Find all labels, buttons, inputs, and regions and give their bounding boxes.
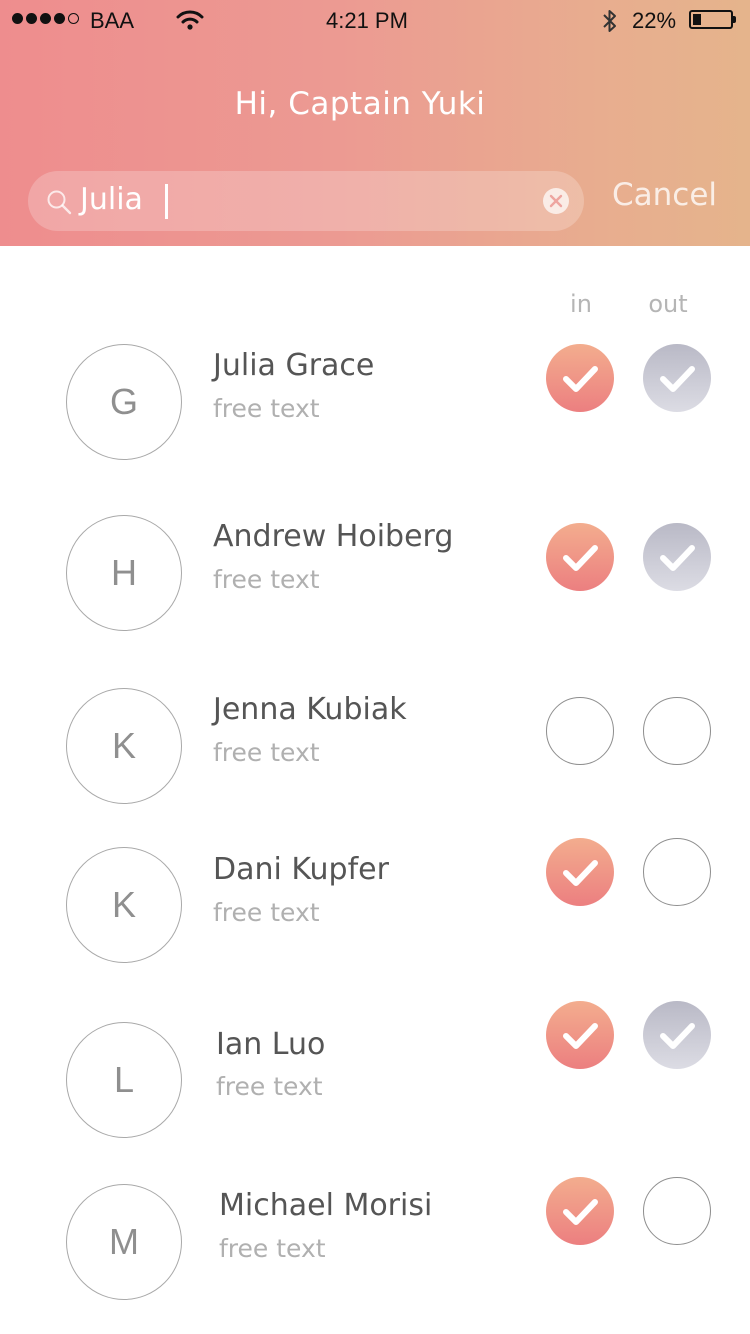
avatar: M [66,1184,182,1300]
person-name: Julia Grace [213,348,375,383]
check-out-checked-icon[interactable] [643,1001,711,1069]
bluetooth-icon [603,10,616,32]
column-header-in: in [570,290,592,318]
carrier-name: BAA [90,8,135,33]
check-in-checked-icon[interactable] [546,1177,614,1245]
person-name: Michael Morisi [219,1188,433,1223]
avatar: G [66,344,182,460]
person-name: Andrew Hoiberg [213,519,454,554]
clock: 4:21 PM [326,8,408,33]
search-input[interactable]: Julia [28,171,584,231]
battery-icon [689,10,733,29]
avatar: K [66,847,182,963]
signal-strength-icon [12,13,79,24]
text-cursor [165,184,168,219]
greeting-title: Hi, Captain Yuki [234,86,486,122]
check-out-unchecked-icon[interactable] [643,838,711,906]
person-note: free text [219,1234,326,1263]
battery-percentage: 22% [632,8,677,33]
clear-icon[interactable] [542,187,570,215]
check-out-checked-icon[interactable] [643,344,711,412]
check-in-checked-icon[interactable] [546,523,614,591]
wifi-icon [176,10,204,30]
column-header-out: out [648,290,688,318]
person-note: free text [213,394,320,423]
avatar: K [66,688,182,804]
person-name: Jenna Kubiak [213,692,407,727]
avatar: H [66,515,182,631]
battery-level [693,14,701,25]
person-note: free text [213,738,320,767]
person-note: free text [213,898,320,927]
search-icon [47,190,72,215]
person-note: free text [213,565,320,594]
avatar: L [66,1022,182,1138]
check-in-checked-icon[interactable] [546,344,614,412]
cancel-button[interactable]: Cancel [612,177,717,213]
check-in-checked-icon[interactable] [546,838,614,906]
person-name: Dani Kupfer [213,852,389,887]
search-query[interactable]: Julia [80,182,143,217]
person-name: Ian Luo [216,1027,326,1062]
header: BAA 4:21 PM 22% Hi, Captain Yuki Julia C… [0,0,750,246]
status-bar: BAA 4:21 PM 22% [0,0,750,40]
battery-tip [733,16,736,23]
check-out-unchecked-icon[interactable] [643,1177,711,1245]
person-note: free text [216,1072,323,1101]
check-in-unchecked-icon[interactable] [546,697,614,765]
check-out-checked-icon[interactable] [643,523,711,591]
check-in-checked-icon[interactable] [546,1001,614,1069]
check-out-unchecked-icon[interactable] [643,697,711,765]
